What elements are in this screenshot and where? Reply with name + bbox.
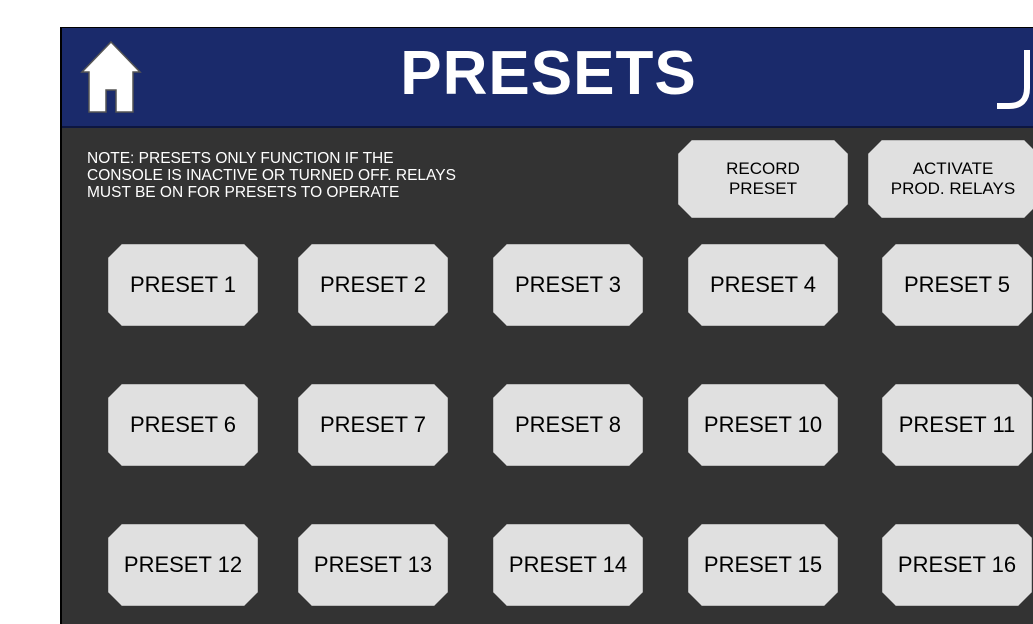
preset-label: PRESET 2 [320, 272, 426, 297]
preset-button[interactable]: PRESET 15 [688, 524, 838, 606]
preset-label: PRESET 10 [703, 412, 823, 437]
preset-button[interactable]: PRESET 2 [298, 244, 448, 326]
preset-label: PRESET 14 [508, 552, 628, 577]
preset-button[interactable]: PRESET 12 [108, 524, 258, 606]
record-preset-button[interactable]: RECORD PRESET [678, 140, 848, 218]
preset-button[interactable]: PRESET 5 [882, 244, 1032, 326]
preset-label: PRESET 3 [515, 272, 621, 297]
header-bar: PRESETS [62, 28, 1033, 128]
preset-label: PRESET 1 [130, 272, 236, 297]
preset-button[interactable]: PRESET 8 [493, 384, 643, 466]
preset-label: PRESET 11 [898, 412, 1016, 437]
preset-button[interactable]: PRESET 4 [688, 244, 838, 326]
record-preset-label: RECORD PRESET [726, 159, 800, 198]
presets-panel: PRESETS NOTE: PRESETS ONLY FUNCTION IF T… [60, 27, 1033, 624]
presets-note: NOTE: PRESETS ONLY FUNCTION IF THE CONSO… [87, 150, 456, 201]
preset-button[interactable]: PRESET 10 [688, 384, 838, 466]
preset-button[interactable]: PRESET 13 [298, 524, 448, 606]
preset-button[interactable]: PRESET 14 [493, 524, 643, 606]
preset-button[interactable]: PRESET 16 [882, 524, 1032, 606]
activate-prod-relays-label: ACTIVATE PROD. RELAYS [890, 159, 1016, 198]
activate-prod-relays-button[interactable]: ACTIVATE PROD. RELAYS [868, 140, 1033, 218]
page-title: PRESETS [400, 39, 697, 108]
preset-label: PRESET 6 [130, 412, 236, 437]
preset-button[interactable]: PRESET 3 [493, 244, 643, 326]
preset-label: PRESET 4 [710, 272, 816, 297]
preset-label: PRESET 13 [313, 552, 433, 577]
preset-label: PRESET 12 [123, 552, 243, 577]
preset-label: PRESET 5 [904, 272, 1010, 297]
preset-label: PRESET 8 [515, 412, 621, 437]
preset-label: PRESET 16 [897, 552, 1017, 577]
preset-button[interactable]: PRESET 7 [298, 384, 448, 466]
back-arrow-icon[interactable] [987, 40, 1033, 120]
preset-button[interactable]: PRESET 6 [108, 384, 258, 466]
preset-button[interactable]: PRESET 1 [108, 244, 258, 326]
preset-label: PRESET 15 [703, 552, 823, 577]
preset-label: PRESET 7 [320, 412, 426, 437]
preset-button[interactable]: PRESET 11 [882, 384, 1032, 466]
